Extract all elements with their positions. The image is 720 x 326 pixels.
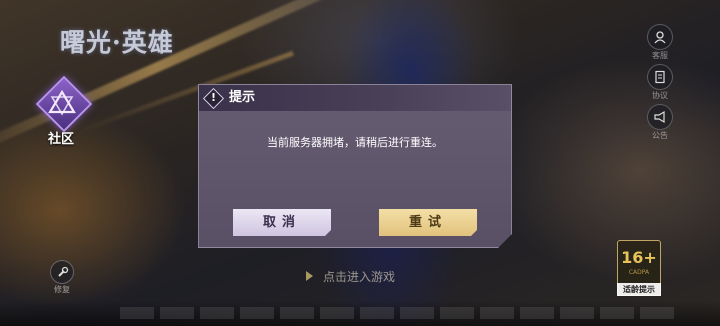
agreement-icon: [647, 64, 673, 90]
wrench-icon: [50, 260, 74, 284]
server-busy-dialog: ! 提示 当前服务器拥堵，请稍后进行重连。 取消 重试: [198, 84, 512, 248]
age-rating-badge[interactable]: 16+ CADPA 适龄提示: [617, 240, 661, 296]
customer-service-button[interactable]: 客服: [644, 24, 676, 61]
community-button[interactable]: 社区: [30, 75, 93, 148]
dialog-header: ! 提示: [199, 85, 511, 111]
age-rating-org: CADPA: [628, 269, 650, 276]
age-rating-number: 16+: [621, 248, 657, 267]
game-logo: 曙光·英雄: [60, 28, 210, 72]
announcement-icon: [647, 104, 673, 130]
warning-exclamation: !: [210, 91, 217, 104]
repair-label: 修复: [54, 285, 70, 294]
retry-button[interactable]: 重试: [379, 209, 477, 236]
announcement-button[interactable]: 公告: [644, 104, 676, 141]
agreement-button[interactable]: 协议: [644, 64, 676, 101]
community-label: 社区: [47, 132, 74, 147]
dialog-message: 当前服务器拥堵，请稍后进行重连。: [267, 136, 443, 149]
enter-game-button[interactable]: 点击进入游戏: [300, 267, 430, 285]
age-rating-tip: 适龄提示: [617, 283, 661, 296]
repair-button[interactable]: 修复: [46, 260, 78, 295]
agreement-label: 协议: [652, 91, 668, 100]
customer-service-icon: [647, 24, 673, 50]
dialog-title: 提示: [229, 90, 256, 105]
enter-game-label: 点击进入游戏: [323, 269, 396, 284]
customer-service-label: 客服: [652, 51, 668, 60]
announcement-label: 公告: [652, 131, 668, 140]
cancel-button[interactable]: 取消: [233, 209, 331, 236]
logo-title: 曙光·英雄: [60, 28, 174, 57]
play-arrow-icon: [306, 271, 313, 281]
community-triangle-icon: [48, 89, 76, 116]
legal-fine-print: [120, 307, 680, 319]
